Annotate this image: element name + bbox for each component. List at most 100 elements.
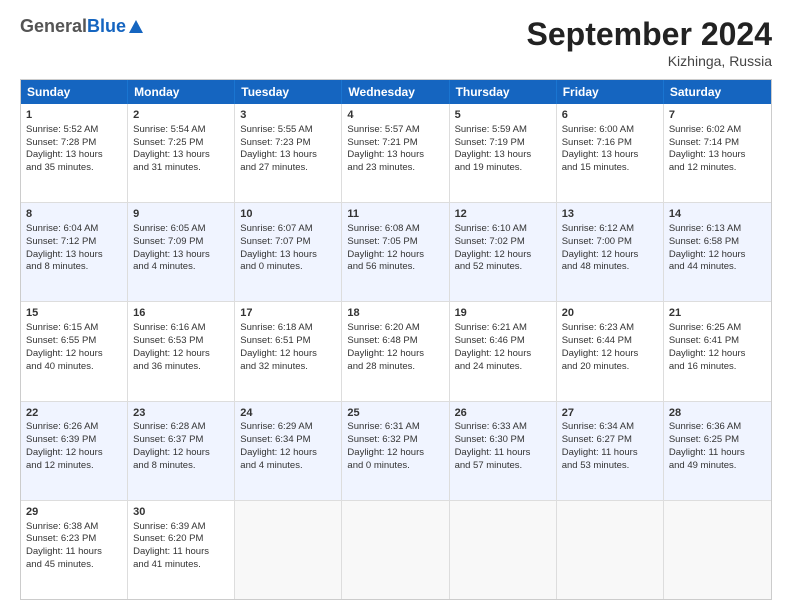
day-info: Sunrise: 6:34 AM Sunset: 6:27 PM Dayligh… bbox=[562, 421, 638, 470]
calendar-cell-day-30: 30Sunrise: 6:39 AM Sunset: 6:20 PM Dayli… bbox=[128, 501, 235, 599]
calendar-cell-day-23: 23Sunrise: 6:28 AM Sunset: 6:37 PM Dayli… bbox=[128, 402, 235, 500]
day-number: 18 bbox=[347, 306, 443, 321]
day-number: 21 bbox=[669, 306, 766, 321]
day-number: 19 bbox=[455, 306, 551, 321]
day-number: 30 bbox=[133, 505, 229, 520]
day-number: 29 bbox=[26, 505, 122, 520]
calendar-body: 1Sunrise: 5:52 AM Sunset: 7:28 PM Daylig… bbox=[21, 104, 771, 599]
calendar-cell-day-11: 11Sunrise: 6:08 AM Sunset: 7:05 PM Dayli… bbox=[342, 203, 449, 301]
location: Kizhinga, Russia bbox=[527, 53, 772, 69]
day-number: 2 bbox=[133, 108, 229, 123]
day-info: Sunrise: 6:28 AM Sunset: 6:37 PM Dayligh… bbox=[133, 421, 210, 470]
day-info: Sunrise: 6:13 AM Sunset: 6:58 PM Dayligh… bbox=[669, 223, 746, 272]
calendar-header: Sunday Monday Tuesday Wednesday Thursday… bbox=[21, 80, 771, 104]
calendar: Sunday Monday Tuesday Wednesday Thursday… bbox=[20, 79, 772, 600]
page: General Blue September 2024 Kizhinga, Ru… bbox=[0, 0, 792, 612]
day-number: 14 bbox=[669, 207, 766, 222]
day-number: 23 bbox=[133, 406, 229, 421]
calendar-cell-empty bbox=[450, 501, 557, 599]
day-number: 6 bbox=[562, 108, 658, 123]
day-number: 25 bbox=[347, 406, 443, 421]
calendar-cell-day-10: 10Sunrise: 6:07 AM Sunset: 7:07 PM Dayli… bbox=[235, 203, 342, 301]
calendar-cell-day-29: 29Sunrise: 6:38 AM Sunset: 6:23 PM Dayli… bbox=[21, 501, 128, 599]
day-info: Sunrise: 6:23 AM Sunset: 6:44 PM Dayligh… bbox=[562, 322, 639, 371]
day-info: Sunrise: 5:57 AM Sunset: 7:21 PM Dayligh… bbox=[347, 124, 424, 173]
day-info: Sunrise: 6:00 AM Sunset: 7:16 PM Dayligh… bbox=[562, 124, 639, 173]
day-info: Sunrise: 6:10 AM Sunset: 7:02 PM Dayligh… bbox=[455, 223, 532, 272]
day-info: Sunrise: 6:04 AM Sunset: 7:12 PM Dayligh… bbox=[26, 223, 103, 272]
calendar-cell-day-9: 9Sunrise: 6:05 AM Sunset: 7:09 PM Daylig… bbox=[128, 203, 235, 301]
day-number: 24 bbox=[240, 406, 336, 421]
header-tuesday: Tuesday bbox=[235, 80, 342, 104]
day-number: 9 bbox=[133, 207, 229, 222]
day-number: 16 bbox=[133, 306, 229, 321]
logo-icon bbox=[128, 19, 144, 35]
calendar-cell-day-12: 12Sunrise: 6:10 AM Sunset: 7:02 PM Dayli… bbox=[450, 203, 557, 301]
title-block: September 2024 Kizhinga, Russia bbox=[527, 16, 772, 69]
calendar-cell-day-25: 25Sunrise: 6:31 AM Sunset: 6:32 PM Dayli… bbox=[342, 402, 449, 500]
calendar-cell-empty bbox=[342, 501, 449, 599]
day-number: 10 bbox=[240, 207, 336, 222]
header-friday: Friday bbox=[557, 80, 664, 104]
day-number: 5 bbox=[455, 108, 551, 123]
day-info: Sunrise: 6:08 AM Sunset: 7:05 PM Dayligh… bbox=[347, 223, 424, 272]
calendar-cell-day-1: 1Sunrise: 5:52 AM Sunset: 7:28 PM Daylig… bbox=[21, 104, 128, 202]
calendar-cell-day-27: 27Sunrise: 6:34 AM Sunset: 6:27 PM Dayli… bbox=[557, 402, 664, 500]
calendar-cell-day-26: 26Sunrise: 6:33 AM Sunset: 6:30 PM Dayli… bbox=[450, 402, 557, 500]
day-info: Sunrise: 5:59 AM Sunset: 7:19 PM Dayligh… bbox=[455, 124, 532, 173]
logo-blue-text: Blue bbox=[87, 16, 126, 37]
calendar-cell-day-17: 17Sunrise: 6:18 AM Sunset: 6:51 PM Dayli… bbox=[235, 302, 342, 400]
calendar-row: 22Sunrise: 6:26 AM Sunset: 6:39 PM Dayli… bbox=[21, 401, 771, 500]
calendar-cell-day-20: 20Sunrise: 6:23 AM Sunset: 6:44 PM Dayli… bbox=[557, 302, 664, 400]
calendar-cell-day-19: 19Sunrise: 6:21 AM Sunset: 6:46 PM Dayli… bbox=[450, 302, 557, 400]
calendar-cell-empty bbox=[664, 501, 771, 599]
calendar-cell-empty bbox=[557, 501, 664, 599]
day-number: 8 bbox=[26, 207, 122, 222]
calendar-cell-day-5: 5Sunrise: 5:59 AM Sunset: 7:19 PM Daylig… bbox=[450, 104, 557, 202]
calendar-cell-day-8: 8Sunrise: 6:04 AM Sunset: 7:12 PM Daylig… bbox=[21, 203, 128, 301]
logo: General Blue bbox=[20, 16, 144, 37]
day-number: 3 bbox=[240, 108, 336, 123]
header: General Blue September 2024 Kizhinga, Ru… bbox=[20, 16, 772, 69]
day-info: Sunrise: 6:12 AM Sunset: 7:00 PM Dayligh… bbox=[562, 223, 639, 272]
day-info: Sunrise: 6:29 AM Sunset: 6:34 PM Dayligh… bbox=[240, 421, 317, 470]
calendar-cell-day-16: 16Sunrise: 6:16 AM Sunset: 6:53 PM Dayli… bbox=[128, 302, 235, 400]
calendar-cell-day-3: 3Sunrise: 5:55 AM Sunset: 7:23 PM Daylig… bbox=[235, 104, 342, 202]
day-number: 22 bbox=[26, 406, 122, 421]
day-info: Sunrise: 6:16 AM Sunset: 6:53 PM Dayligh… bbox=[133, 322, 210, 371]
month-title: September 2024 bbox=[527, 16, 772, 53]
day-info: Sunrise: 6:18 AM Sunset: 6:51 PM Dayligh… bbox=[240, 322, 317, 371]
day-number: 12 bbox=[455, 207, 551, 222]
calendar-row: 29Sunrise: 6:38 AM Sunset: 6:23 PM Dayli… bbox=[21, 500, 771, 599]
calendar-cell-day-7: 7Sunrise: 6:02 AM Sunset: 7:14 PM Daylig… bbox=[664, 104, 771, 202]
calendar-row: 15Sunrise: 6:15 AM Sunset: 6:55 PM Dayli… bbox=[21, 301, 771, 400]
calendar-row: 1Sunrise: 5:52 AM Sunset: 7:28 PM Daylig… bbox=[21, 104, 771, 202]
day-info: Sunrise: 6:25 AM Sunset: 6:41 PM Dayligh… bbox=[669, 322, 746, 371]
day-info: Sunrise: 5:55 AM Sunset: 7:23 PM Dayligh… bbox=[240, 124, 317, 173]
day-info: Sunrise: 6:39 AM Sunset: 6:20 PM Dayligh… bbox=[133, 521, 209, 570]
calendar-cell-day-13: 13Sunrise: 6:12 AM Sunset: 7:00 PM Dayli… bbox=[557, 203, 664, 301]
calendar-cell-day-15: 15Sunrise: 6:15 AM Sunset: 6:55 PM Dayli… bbox=[21, 302, 128, 400]
day-number: 20 bbox=[562, 306, 658, 321]
header-wednesday: Wednesday bbox=[342, 80, 449, 104]
header-sunday: Sunday bbox=[21, 80, 128, 104]
day-number: 15 bbox=[26, 306, 122, 321]
day-info: Sunrise: 6:21 AM Sunset: 6:46 PM Dayligh… bbox=[455, 322, 532, 371]
calendar-cell-empty bbox=[235, 501, 342, 599]
day-info: Sunrise: 6:38 AM Sunset: 6:23 PM Dayligh… bbox=[26, 521, 102, 570]
day-number: 13 bbox=[562, 207, 658, 222]
header-thursday: Thursday bbox=[450, 80, 557, 104]
day-number: 1 bbox=[26, 108, 122, 123]
calendar-cell-day-18: 18Sunrise: 6:20 AM Sunset: 6:48 PM Dayli… bbox=[342, 302, 449, 400]
day-number: 27 bbox=[562, 406, 658, 421]
day-info: Sunrise: 5:52 AM Sunset: 7:28 PM Dayligh… bbox=[26, 124, 103, 173]
header-monday: Monday bbox=[128, 80, 235, 104]
calendar-cell-day-6: 6Sunrise: 6:00 AM Sunset: 7:16 PM Daylig… bbox=[557, 104, 664, 202]
header-saturday: Saturday bbox=[664, 80, 771, 104]
logo-general-text: General bbox=[20, 16, 87, 37]
day-info: Sunrise: 6:15 AM Sunset: 6:55 PM Dayligh… bbox=[26, 322, 103, 371]
day-number: 26 bbox=[455, 406, 551, 421]
calendar-cell-day-4: 4Sunrise: 5:57 AM Sunset: 7:21 PM Daylig… bbox=[342, 104, 449, 202]
day-number: 11 bbox=[347, 207, 443, 222]
calendar-row: 8Sunrise: 6:04 AM Sunset: 7:12 PM Daylig… bbox=[21, 202, 771, 301]
